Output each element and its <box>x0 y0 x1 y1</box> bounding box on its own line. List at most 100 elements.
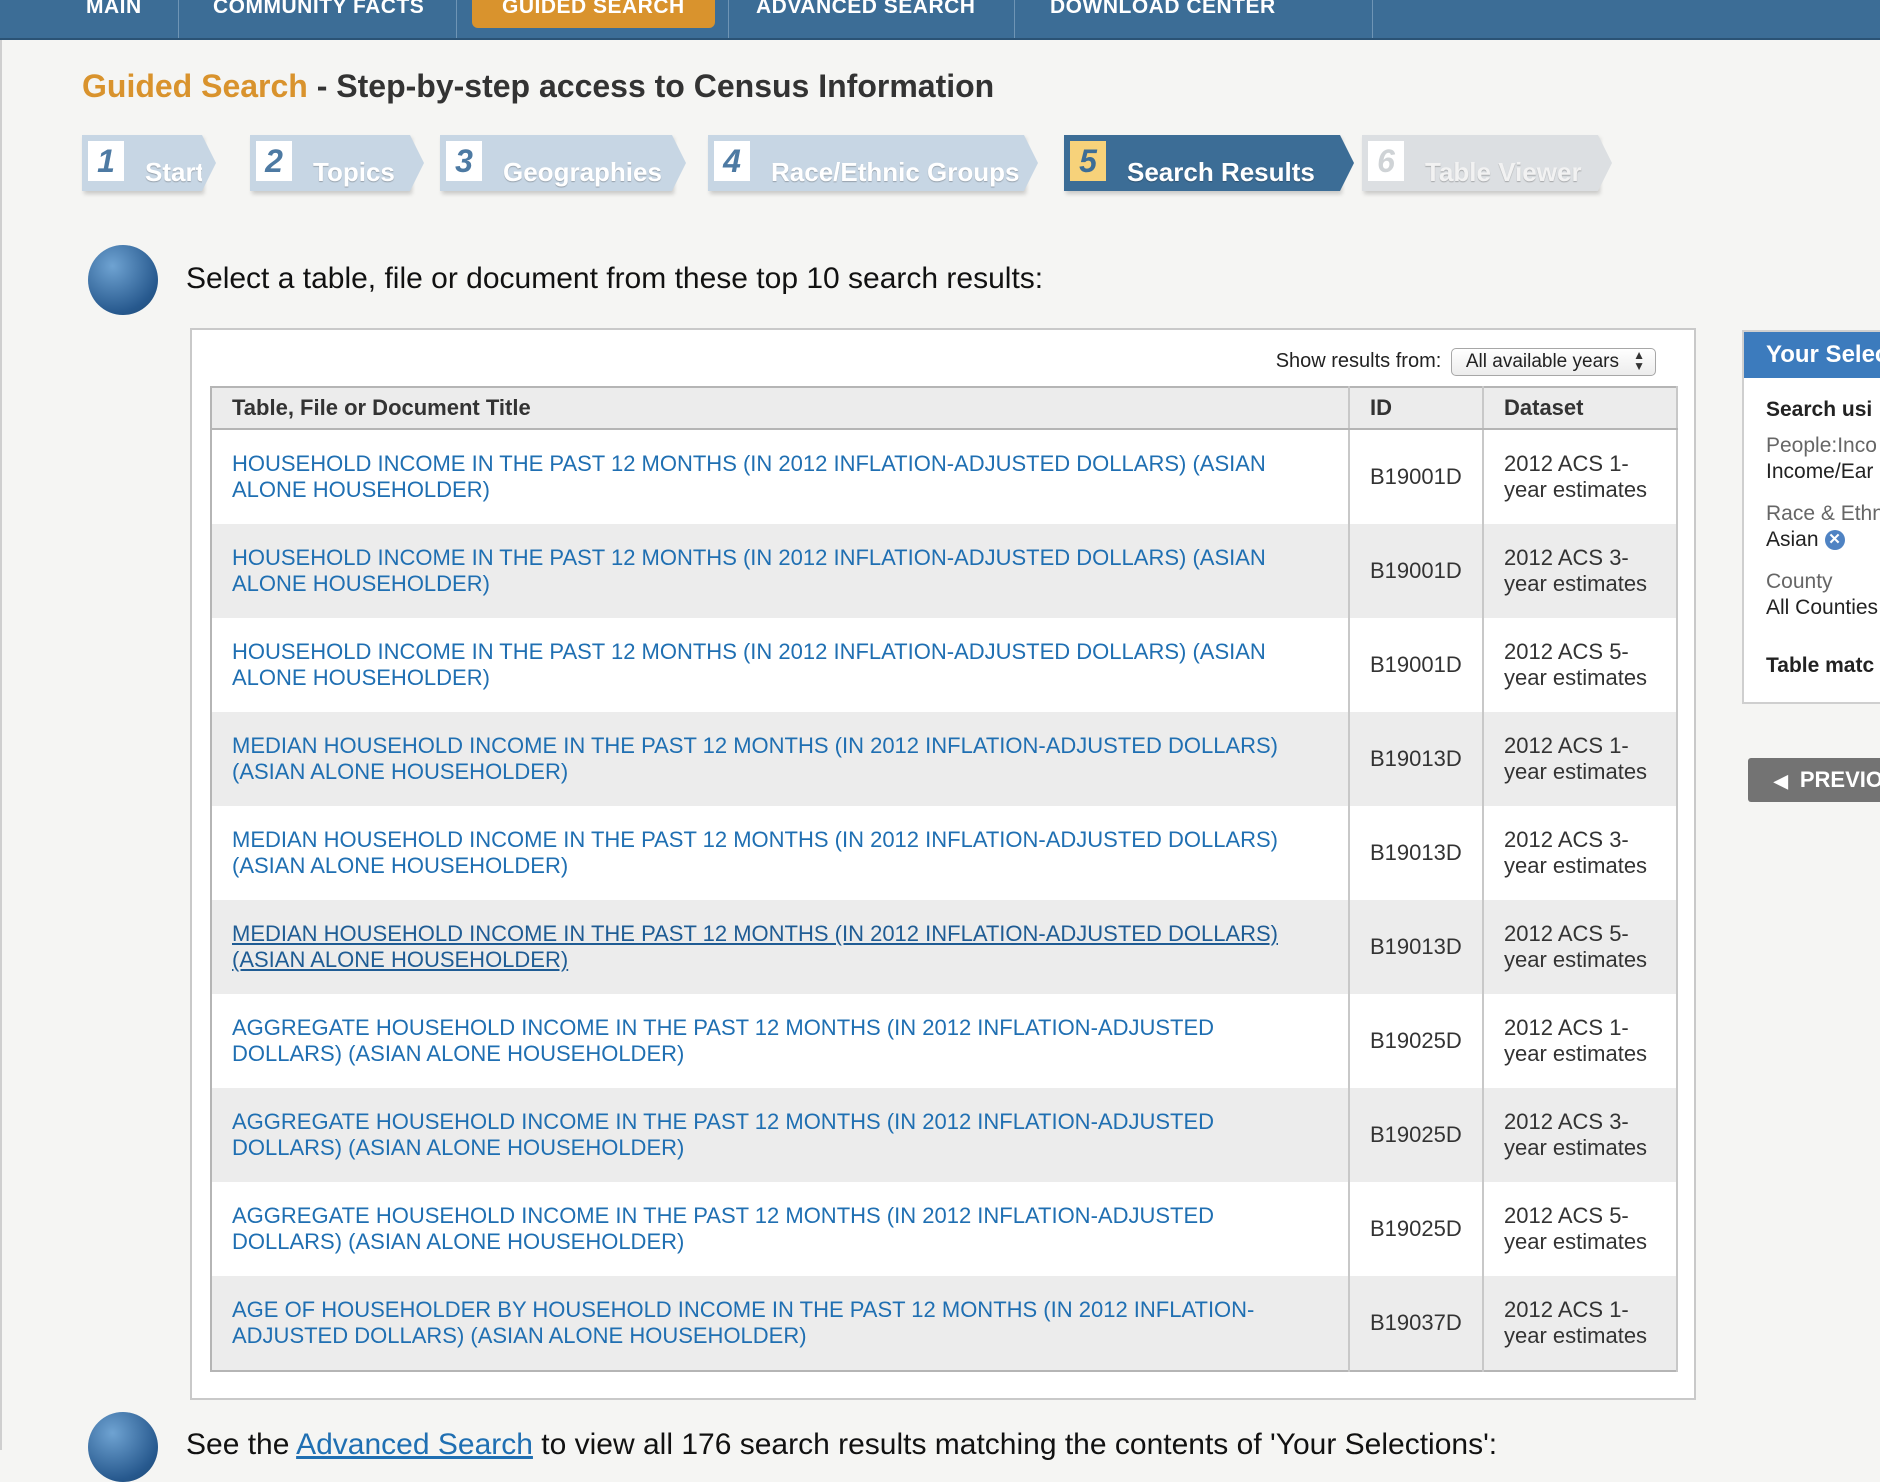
year-filter-select[interactable]: All available years ▲ ▼ <box>1450 348 1656 376</box>
nav-main[interactable]: MAIN <box>86 0 142 22</box>
table-cell-title: AGE OF HOUSEHOLDER BY HOUSEHOLD INCOME I… <box>211 1276 1350 1371</box>
selection-race-value: Asian ✕ <box>1766 528 1845 552</box>
table-cell-dataset: 2012 ACS 5-year estimates <box>1483 618 1678 712</box>
year-filter-label: Show results from: <box>1275 350 1442 372</box>
step-number: 1 <box>88 141 124 181</box>
advanced-search-link[interactable]: Advanced Search <box>296 1428 533 1461</box>
step-table-viewer: 6 Table Viewer <box>1362 135 1612 191</box>
table-cell-id: B19013D <box>1349 900 1484 994</box>
table-cell-title: AGGREGATE HOUSEHOLD INCOME IN THE PAST 1… <box>211 1182 1350 1276</box>
instruction-text: Select a table, file or document from th… <box>186 262 1044 295</box>
table-cell-title: HOUSEHOLD INCOME IN THE PAST 12 MONTHS (… <box>211 524 1350 618</box>
table-cell-title: AGGREGATE HOUSEHOLD INCOME IN THE PAST 1… <box>211 1088 1350 1182</box>
table-cell-title: HOUSEHOLD INCOME IN THE PAST 12 MONTHS (… <box>211 429 1350 524</box>
table-cell-id: B19025D <box>1349 1182 1484 1276</box>
table-cell-dataset: 2012 ACS 5-year estimates <box>1483 1182 1678 1276</box>
step-number: 5 <box>1070 141 1106 181</box>
top-navigation: MAIN COMMUNITY FACTS GUIDED SEARCH ADVAN… <box>0 0 1880 40</box>
step-search-results[interactable]: 5 Search Results <box>1064 135 1354 191</box>
selection-topic-value: Income/Ear <box>1766 460 1874 483</box>
your-selections-title: Your Selec <box>1744 332 1880 378</box>
step-start[interactable]: 1 Start <box>82 135 216 191</box>
table-title-link[interactable]: AGE OF HOUSEHOLDER BY HOUSEHOLD INCOME I… <box>232 1297 1254 1348</box>
page-title: Guided Search - Step-by-step access to C… <box>82 68 994 105</box>
step-label: Topics <box>313 157 395 187</box>
table-row: MEDIAN HOUSEHOLD INCOME IN THE PAST 12 M… <box>211 900 1678 994</box>
selection-race-label: Race & Ethn <box>1766 502 1880 525</box>
step-geographies[interactable]: 3 Geographies <box>440 135 686 191</box>
step-label: Start <box>145 157 205 187</box>
selection-geo-label: County <box>1766 570 1833 593</box>
nav-separator <box>1014 0 1015 38</box>
step-number: 4 <box>714 141 750 181</box>
selection-search-using: Search usi <box>1766 398 1873 421</box>
table-title-link[interactable]: MEDIAN HOUSEHOLD INCOME IN THE PAST 12 M… <box>232 921 1278 972</box>
your-selections-panel: Your Selec Search usi People:Inco Income… <box>1742 330 1880 704</box>
table-cell-id: B19013D <box>1349 712 1484 806</box>
table-cell-id: B19001D <box>1349 524 1484 618</box>
page-title-rest: - Step-by-step access to Census Informat… <box>307 68 995 104</box>
selection-topic-label: People:Inco <box>1766 434 1877 457</box>
nav-separator <box>728 0 729 38</box>
table-cell-dataset: 2012 ACS 3-year estimates <box>1483 524 1678 618</box>
results-table: Table, File or Document Title ID Dataset… <box>210 386 1678 1372</box>
table-cell-id: B19001D <box>1349 429 1484 524</box>
step-label: Geographies <box>503 157 662 187</box>
step-label: Search Results <box>1127 157 1315 187</box>
table-cell-id: B19025D <box>1349 1088 1484 1182</box>
table-cell-dataset: 2012 ACS 1-year estimates <box>1483 994 1678 1088</box>
nav-community-facts[interactable]: COMMUNITY FACTS <box>213 0 424 22</box>
table-title-link[interactable]: AGGREGATE HOUSEHOLD INCOME IN THE PAST 1… <box>232 1203 1214 1254</box>
year-filter: Show results from: All available years ▲… <box>1276 348 1656 376</box>
table-row: AGGREGATE HOUSEHOLD INCOME IN THE PAST 1… <box>211 1088 1678 1182</box>
previous-button[interactable]: ◀ PREVIO <box>1748 758 1880 802</box>
table-title-link[interactable]: AGGREGATE HOUSEHOLD INCOME IN THE PAST 1… <box>232 1109 1214 1160</box>
table-title-link[interactable]: HOUSEHOLD INCOME IN THE PAST 12 MONTHS (… <box>232 451 1266 502</box>
note-text-after: to view all 176 search results matching … <box>532 1428 1498 1461</box>
step-topics[interactable]: 2 Topics <box>250 135 424 191</box>
nav-separator <box>1372 0 1373 38</box>
nav-guided-search[interactable]: GUIDED SEARCH <box>472 0 715 28</box>
advanced-search-note: See the Advanced Search to view all 176 … <box>186 1428 1497 1462</box>
table-cell-id: B19025D <box>1349 994 1484 1088</box>
table-title-link[interactable]: HOUSEHOLD INCOME IN THE PAST 12 MONTHS (… <box>232 639 1266 690</box>
year-filter-value: All available years <box>1465 351 1619 372</box>
results-panel: Show results from: All available years ▲… <box>190 328 1696 1400</box>
table-cell-title: MEDIAN HOUSEHOLD INCOME IN THE PAST 12 M… <box>211 712 1350 806</box>
chevron-left-icon: ◀ <box>1774 771 1788 791</box>
table-cell-id: B19037D <box>1349 1276 1484 1371</box>
column-header-id[interactable]: ID <box>1349 387 1484 430</box>
window-edge <box>0 0 2 1450</box>
nav-download-center[interactable]: DOWNLOAD CENTER <box>1050 0 1276 22</box>
step-race-ethnic-groups[interactable]: 4 Race/Ethnic Groups <box>708 135 1038 191</box>
table-row: HOUSEHOLD INCOME IN THE PAST 12 MONTHS (… <box>211 429 1678 524</box>
nav-advanced-search[interactable]: ADVANCED SEARCH <box>756 0 975 22</box>
table-cell-title: MEDIAN HOUSEHOLD INCOME IN THE PAST 12 M… <box>211 806 1350 900</box>
table-row: AGGREGATE HOUSEHOLD INCOME IN THE PAST 1… <box>211 994 1678 1088</box>
table-cell-dataset: 2012 ACS 1-year estimates <box>1483 712 1678 806</box>
selection-geo-value: All Counties <box>1766 596 1879 619</box>
step-number: 2 <box>256 141 292 181</box>
table-title-link[interactable]: AGGREGATE HOUSEHOLD INCOME IN THE PAST 1… <box>232 1015 1214 1066</box>
step-label: Table Viewer <box>1425 157 1582 187</box>
page-title-accent: Guided Search <box>82 68 308 104</box>
table-title-link[interactable]: MEDIAN HOUSEHOLD INCOME IN THE PAST 12 M… <box>232 733 1278 784</box>
table-cell-title: HOUSEHOLD INCOME IN THE PAST 12 MONTHS (… <box>211 618 1350 712</box>
table-cell-dataset: 2012 ACS 5-year estimates <box>1483 900 1678 994</box>
step-label: Race/Ethnic Groups <box>771 157 1020 187</box>
table-cell-title: AGGREGATE HOUSEHOLD INCOME IN THE PAST 1… <box>211 994 1350 1088</box>
nav-separator <box>456 0 457 38</box>
table-title-link[interactable]: MEDIAN HOUSEHOLD INCOME IN THE PAST 12 M… <box>232 827 1278 878</box>
selection-race-text: Asian <box>1766 528 1819 551</box>
remove-selection-icon[interactable]: ✕ <box>1824 530 1845 551</box>
column-header-dataset[interactable]: Dataset <box>1483 387 1678 430</box>
step-number: 3 <box>446 141 482 181</box>
table-cell-dataset: 2012 ACS 1-year estimates <box>1483 1276 1678 1371</box>
table-row: MEDIAN HOUSEHOLD INCOME IN THE PAST 12 M… <box>211 712 1678 806</box>
table-title-link[interactable]: HOUSEHOLD INCOME IN THE PAST 12 MONTHS (… <box>232 545 1266 596</box>
step-number: 6 <box>1368 141 1404 181</box>
selection-table-matches: Table matc <box>1766 654 1875 677</box>
column-header-title[interactable]: Table, File or Document Title <box>211 387 1350 430</box>
table-cell-id: B19001D <box>1349 618 1484 712</box>
table-row: MEDIAN HOUSEHOLD INCOME IN THE PAST 12 M… <box>211 806 1678 900</box>
